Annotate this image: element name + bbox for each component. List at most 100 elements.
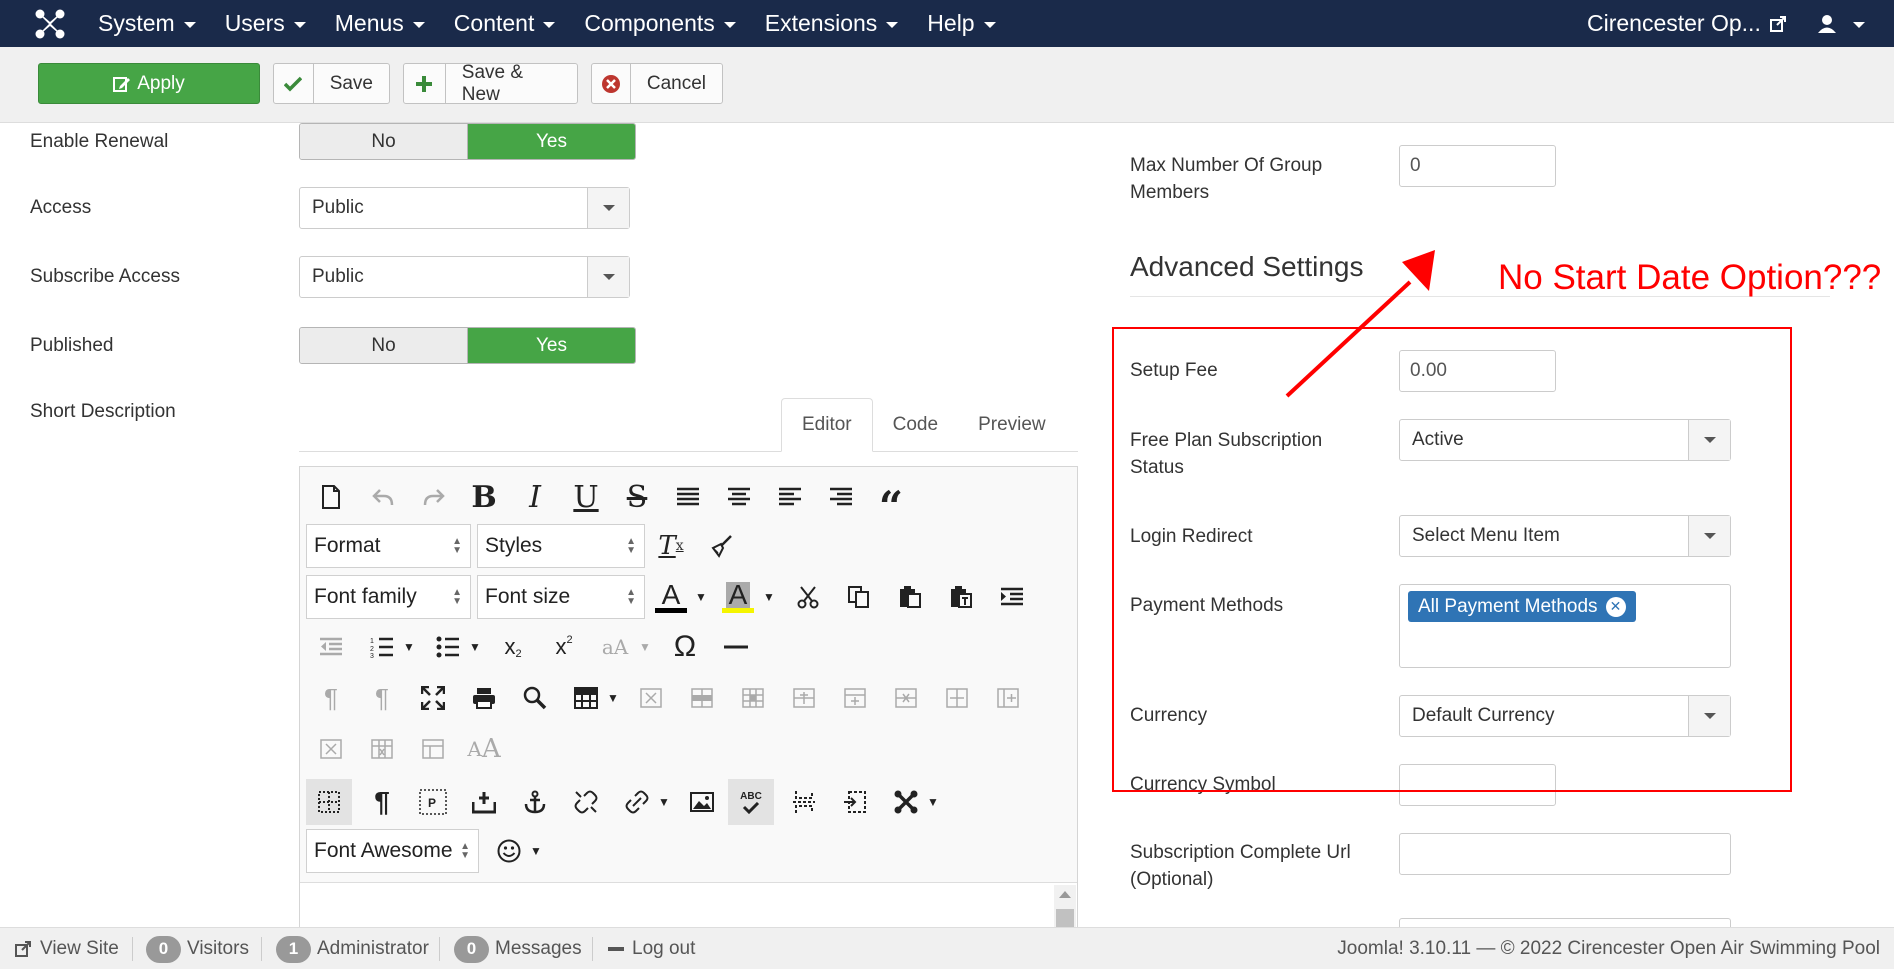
- table-dropdown-icon[interactable]: ▼: [602, 678, 624, 718]
- split-cells-icon[interactable]: [413, 729, 453, 769]
- emoticons-icon[interactable]: [489, 831, 529, 871]
- clear-brush-icon[interactable]: [701, 526, 741, 566]
- align-justify-icon[interactable]: [668, 477, 708, 517]
- readmore-icon[interactable]: [835, 782, 875, 822]
- align-right-icon[interactable]: [821, 477, 861, 517]
- subscript-icon[interactable]: x2: [493, 627, 533, 667]
- emoticons-dropdown-icon[interactable]: ▼: [525, 831, 547, 871]
- editor-scrollbar[interactable]: [1054, 885, 1076, 931]
- undo-icon[interactable]: [363, 477, 403, 517]
- link-icon[interactable]: [617, 782, 657, 822]
- joomla-logo-icon[interactable]: [34, 8, 66, 40]
- user-menu[interactable]: [1817, 0, 1865, 47]
- unlink-icon[interactable]: [566, 782, 606, 822]
- cell-props-icon[interactable]: [733, 678, 773, 718]
- apply-button[interactable]: Apply: [38, 63, 260, 104]
- paste-icon[interactable]: [890, 577, 930, 617]
- published-toggle[interactable]: No Yes: [299, 327, 636, 364]
- italic-icon[interactable]: I: [515, 477, 555, 517]
- search-icon[interactable]: [515, 678, 555, 718]
- format-dropdown[interactable]: Format ▲ ▼: [306, 524, 471, 568]
- menu-help[interactable]: Help: [927, 10, 996, 37]
- text-color-icon[interactable]: A: [651, 577, 691, 617]
- text-size-icon[interactable]: AA: [464, 729, 504, 769]
- administrator-status[interactable]: 1 Administrator: [276, 928, 429, 969]
- row-props-icon[interactable]: [682, 678, 722, 718]
- ltr-icon[interactable]: ¶: [311, 678, 351, 718]
- align-left-icon[interactable]: [770, 477, 810, 517]
- joomla-extension-icon[interactable]: [886, 782, 926, 822]
- menu-extensions[interactable]: Extensions: [765, 10, 899, 37]
- save-new-button[interactable]: Save & New: [403, 62, 578, 105]
- outdent-icon[interactable]: [311, 627, 351, 667]
- visitors-status[interactable]: 0 Visitors: [146, 928, 249, 969]
- image-icon[interactable]: [682, 782, 722, 822]
- delete-table-icon[interactable]: [631, 678, 671, 718]
- superscript-icon[interactable]: x2: [544, 627, 584, 667]
- toggle-no[interactable]: No: [300, 124, 468, 159]
- insert-col-before-icon[interactable]: [937, 678, 977, 718]
- numbered-list-dropdown-icon[interactable]: ▼: [398, 627, 420, 667]
- cancel-button[interactable]: Cancel: [591, 63, 723, 104]
- joomla-dropdown-icon[interactable]: ▼: [922, 782, 944, 822]
- cut-icon[interactable]: [788, 577, 828, 617]
- tab-code[interactable]: Code: [873, 398, 958, 452]
- fullscreen-icon[interactable]: [413, 678, 453, 718]
- toggle-yes[interactable]: Yes: [468, 124, 635, 159]
- font-family-dropdown[interactable]: Font family ▲ ▼: [306, 575, 471, 619]
- font-awesome-dropdown[interactable]: Font Awesome ▲ ▼: [306, 829, 479, 873]
- menu-system[interactable]: System: [98, 10, 196, 37]
- subscribe-access-select[interactable]: Public: [299, 256, 630, 298]
- anchor-icon[interactable]: [515, 782, 555, 822]
- underline-icon[interactable]: U: [566, 477, 606, 517]
- font-size-dropdown[interactable]: Font size ▲ ▼: [477, 575, 645, 619]
- font-case-icon[interactable]: aA: [595, 627, 635, 667]
- insert-row-after-icon[interactable]: [835, 678, 875, 718]
- enable-renewal-toggle[interactable]: No Yes: [299, 123, 636, 160]
- toggle-yes[interactable]: Yes: [468, 328, 635, 363]
- toggle-no[interactable]: No: [300, 328, 468, 363]
- redo-icon[interactable]: [414, 477, 454, 517]
- delete-row-icon[interactable]: [886, 678, 926, 718]
- styles-dropdown[interactable]: Styles ▲ ▼: [477, 524, 645, 568]
- spellcheck-icon[interactable]: ABC: [728, 779, 774, 825]
- print-icon[interactable]: [464, 678, 504, 718]
- save-button[interactable]: Save: [273, 63, 390, 104]
- copy-icon[interactable]: [839, 577, 879, 617]
- paragraph-block-icon[interactable]: P: [413, 782, 453, 822]
- scroll-up-icon[interactable]: [1059, 891, 1071, 898]
- bold-icon[interactable]: B: [464, 477, 504, 517]
- table-icon[interactable]: [566, 678, 606, 718]
- link-dropdown-icon[interactable]: ▼: [653, 782, 675, 822]
- font-case-dropdown-icon[interactable]: ▼: [634, 627, 656, 667]
- horizontal-rule-icon[interactable]: [716, 627, 756, 667]
- menu-components[interactable]: Components: [584, 10, 736, 37]
- menu-menus[interactable]: Menus: [335, 10, 425, 37]
- delete-col-icon[interactable]: [311, 729, 351, 769]
- site-link[interactable]: Cirencester Op...: [1587, 0, 1787, 47]
- background-color-dropdown-icon[interactable]: ▼: [758, 577, 780, 617]
- align-center-icon[interactable]: [719, 477, 759, 517]
- numbered-list-icon[interactable]: 123: [362, 627, 402, 667]
- rtl-icon[interactable]: ¶: [362, 678, 402, 718]
- merge-cells-icon[interactable]: [362, 729, 402, 769]
- tab-preview[interactable]: Preview: [958, 398, 1066, 452]
- strikethrough-icon[interactable]: S: [617, 477, 657, 517]
- special-character-icon[interactable]: Ω: [665, 627, 705, 667]
- text-color-dropdown-icon[interactable]: ▼: [690, 577, 712, 617]
- bullet-list-icon[interactable]: [428, 627, 468, 667]
- insert-icon[interactable]: [464, 782, 504, 822]
- logout-link[interactable]: Log out: [608, 928, 695, 969]
- menu-users[interactable]: Users: [225, 10, 306, 37]
- tab-editor[interactable]: Editor: [781, 398, 873, 452]
- indent-icon[interactable]: [992, 577, 1032, 617]
- page-break-icon[interactable]: [784, 782, 824, 822]
- max-group-members-input[interactable]: 0: [1399, 145, 1556, 187]
- paste-text-icon[interactable]: [941, 577, 981, 617]
- background-color-icon[interactable]: A: [718, 577, 758, 617]
- complete-url-input[interactable]: [1399, 833, 1731, 875]
- blockquote-icon[interactable]: “: [871, 477, 911, 531]
- access-select[interactable]: Public: [299, 187, 630, 229]
- messages-status[interactable]: 0 Messages: [454, 928, 582, 969]
- insert-row-before-icon[interactable]: [784, 678, 824, 718]
